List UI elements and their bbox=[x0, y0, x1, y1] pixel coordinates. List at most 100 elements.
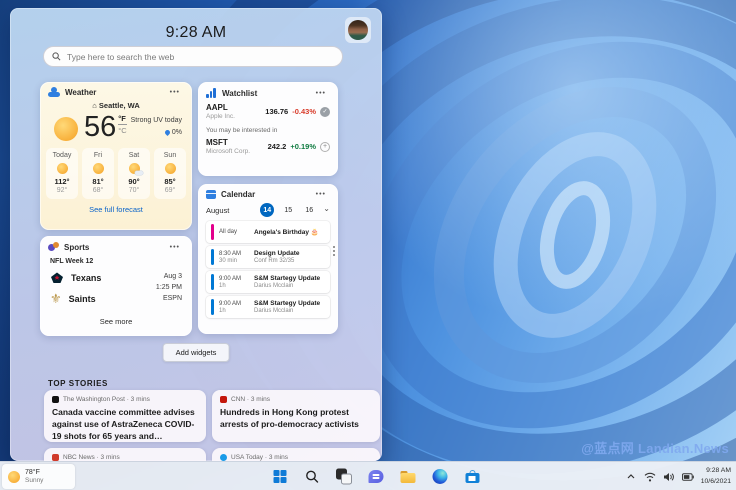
volume-tray-button[interactable] bbox=[663, 471, 675, 483]
calendar-title: Calendar bbox=[221, 190, 256, 199]
news-story-card[interactable]: USA Today · 3 mins bbox=[212, 448, 380, 461]
chevron-up-icon bbox=[627, 474, 635, 479]
calendar-date-selected[interactable]: 14 bbox=[260, 203, 275, 217]
forecast-day[interactable]: Sat 90° 70° bbox=[118, 148, 150, 199]
folder-icon bbox=[400, 470, 416, 483]
avatar bbox=[348, 20, 368, 40]
calendar-event[interactable]: All day Angela's Birthday 🎂 bbox=[206, 221, 330, 243]
weather-widget[interactable]: Weather ••• ⌂ Seattle, WA 56 °F °C Stron… bbox=[40, 82, 192, 230]
add-to-watchlist-button[interactable]: + bbox=[320, 141, 330, 152]
taskbar-search-button[interactable] bbox=[300, 464, 325, 489]
sports-league-label: NFL Week 12 bbox=[50, 258, 94, 265]
usa-today-logo-icon bbox=[220, 454, 227, 461]
event-color-bar bbox=[211, 249, 214, 265]
wifi-icon bbox=[644, 472, 656, 481]
news-story-card[interactable]: NBC News · 3 mins bbox=[44, 448, 206, 461]
sunny-icon bbox=[164, 163, 176, 174]
sports-widget[interactable]: Sports ••• NFL Week 12 Texans ⚜ Saints A… bbox=[40, 236, 192, 336]
game-time: 1:25 PM bbox=[155, 284, 182, 292]
stock-change: +0.19% bbox=[290, 142, 316, 151]
profile-button[interactable] bbox=[345, 17, 371, 43]
microsoft-store-button[interactable] bbox=[460, 464, 485, 489]
desktop: @蓝点网 Landian.News 9:28 AM Weather ••• ⌂ … bbox=[0, 0, 736, 490]
unit-celsius-toggle[interactable]: °C bbox=[118, 125, 126, 135]
event-color-bar bbox=[211, 224, 214, 240]
see-full-forecast-link[interactable]: See full forecast bbox=[40, 205, 192, 214]
speaker-icon bbox=[663, 472, 674, 481]
location-pin-icon: ⌂ bbox=[92, 101, 97, 110]
calendar-scrollbar[interactable] bbox=[333, 246, 335, 256]
top-stories-header: TOP STORIES bbox=[48, 379, 108, 388]
watched-check-icon[interactable]: ✓ bbox=[320, 106, 330, 117]
battery-icon bbox=[681, 472, 694, 481]
sports-title: Sports bbox=[64, 243, 90, 252]
sunny-icon bbox=[54, 117, 78, 141]
forecast-day[interactable]: Sun 85° 69° bbox=[154, 148, 186, 199]
watchlist-suggestion-label: You may be interested in bbox=[206, 127, 278, 134]
forecast-day[interactable]: Today 112° 92° bbox=[46, 148, 78, 199]
nbc-news-logo-icon bbox=[52, 454, 59, 461]
calendar-icon bbox=[206, 190, 216, 199]
event-color-bar bbox=[211, 299, 214, 315]
edge-icon bbox=[432, 469, 448, 484]
task-view-button[interactable] bbox=[332, 464, 357, 489]
weather-condition: Strong UV today bbox=[130, 117, 182, 124]
taskbar-clock[interactable]: 9:28 AM 10/6/2021 bbox=[701, 466, 731, 486]
weather-location[interactable]: ⌂ Seattle, WA bbox=[40, 101, 192, 110]
watermark: @蓝点网 Landian.News bbox=[581, 441, 729, 456]
watchlist-widget[interactable]: Watchlist ••• AAPL Apple Inc. 136.76 -0.… bbox=[198, 82, 338, 176]
team-row[interactable]: ⚜ Saints bbox=[50, 288, 156, 309]
current-temperature: 56 bbox=[84, 111, 117, 143]
precipitation-value: 0% bbox=[171, 129, 182, 136]
cnn-logo-icon bbox=[220, 396, 227, 403]
edge-browser-button[interactable] bbox=[428, 464, 453, 489]
wifi-tray-button[interactable] bbox=[644, 471, 656, 483]
news-story-card[interactable]: CNN · 3 mins Hundreds in Hong Kong prote… bbox=[212, 390, 380, 442]
forecast-day[interactable]: Fri 81° 68° bbox=[82, 148, 114, 199]
see-more-link[interactable]: See more bbox=[40, 317, 192, 326]
add-widgets-button[interactable]: Add widgets bbox=[162, 343, 230, 362]
watchlist-title: Watchlist bbox=[222, 88, 258, 98]
event-color-bar bbox=[211, 274, 214, 290]
windows-logo-icon bbox=[273, 469, 287, 484]
stocks-chart-icon bbox=[206, 88, 217, 98]
weather-more-options-button[interactable]: ••• bbox=[166, 88, 184, 97]
weather-title: Weather bbox=[65, 88, 97, 97]
calendar-event[interactable]: 8:30 AM 30 min Design Update Conf Rm 32/… bbox=[206, 246, 330, 268]
file-explorer-button[interactable] bbox=[396, 464, 421, 489]
chat-button[interactable] bbox=[364, 464, 389, 489]
sunny-icon bbox=[8, 470, 20, 483]
unit-fahrenheit-toggle[interactable]: °F bbox=[118, 114, 127, 125]
store-icon bbox=[465, 470, 479, 483]
calendar-event[interactable]: 9:00 AM 1h S&M Startegy Update Darius Mc… bbox=[206, 296, 330, 318]
calendar-widget[interactable]: Calendar ••• August 14 15 16 ⌄ All day A… bbox=[198, 184, 338, 334]
panel-clock: 9:28 AM bbox=[165, 24, 227, 41]
stock-change: -0.43% bbox=[292, 107, 316, 116]
team-row[interactable]: Texans bbox=[50, 267, 156, 288]
sports-more-options-button[interactable]: ••• bbox=[166, 243, 184, 252]
saints-logo: ⚜ bbox=[50, 291, 62, 306]
task-view-icon bbox=[336, 468, 352, 485]
calendar-event[interactable]: 9:00 AM 1h S&M Startegy Update Darius Mc… bbox=[206, 271, 330, 293]
taskbar-weather-widget-button[interactable]: 78°F Sunny bbox=[2, 464, 75, 489]
start-button[interactable] bbox=[268, 464, 293, 489]
news-story-card[interactable]: The Washington Post · 3 mins Canada vacc… bbox=[44, 390, 206, 442]
calendar-date[interactable]: 16 bbox=[302, 203, 316, 217]
watchlist-more-options-button[interactable]: ••• bbox=[312, 89, 330, 98]
calendar-more-options-button[interactable]: ••• bbox=[312, 190, 330, 199]
stock-row[interactable]: MSFT Microsoft Corp. 242.2 +0.19% + bbox=[198, 135, 338, 158]
search-icon bbox=[306, 470, 319, 483]
stock-row[interactable]: AAPL Apple Inc. 136.76 -0.43% ✓ bbox=[198, 100, 338, 123]
game-date: Aug 3 bbox=[163, 273, 182, 280]
chat-icon bbox=[368, 470, 384, 483]
calendar-date[interactable]: 15 bbox=[281, 203, 295, 217]
search-input[interactable] bbox=[67, 51, 334, 62]
search-icon bbox=[52, 52, 61, 61]
show-hidden-icons-button[interactable] bbox=[625, 471, 637, 483]
weather-icon bbox=[48, 86, 60, 97]
sports-icon bbox=[48, 242, 59, 253]
texans-logo bbox=[51, 272, 63, 283]
battery-tray-button[interactable] bbox=[681, 471, 694, 483]
precipitation-icon bbox=[163, 128, 171, 137]
search-bar[interactable] bbox=[43, 46, 343, 67]
